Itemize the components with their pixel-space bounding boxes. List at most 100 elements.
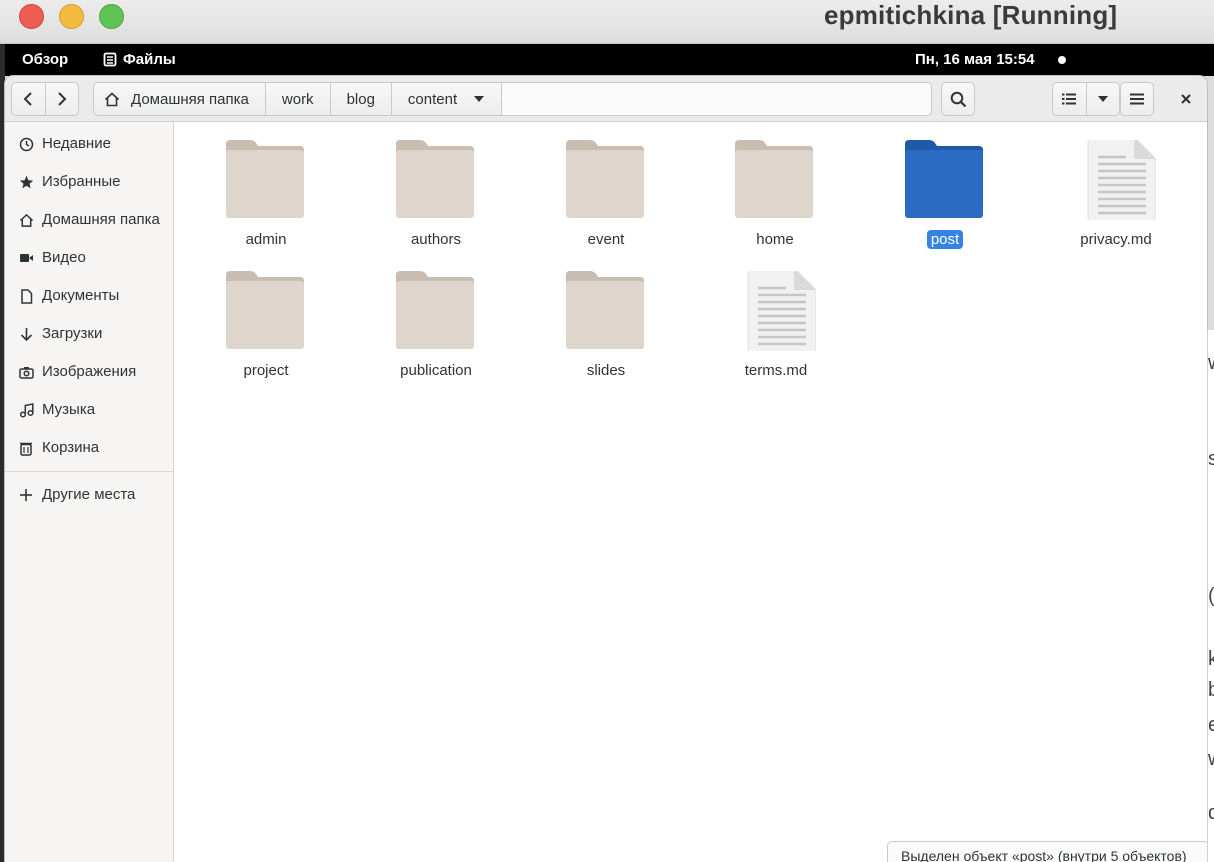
plus-icon bbox=[18, 487, 34, 503]
close-window-button[interactable] bbox=[19, 4, 44, 29]
vm-window-title: epmitichkina [Running] bbox=[824, 0, 1118, 30]
crumb-label: work bbox=[281, 90, 314, 108]
view-options-button[interactable] bbox=[1085, 83, 1119, 115]
sidebar: Недавние Избранные Домашняя папка Видео … bbox=[5, 122, 174, 862]
header-bar: Домашняя папка work blog content bbox=[5, 76, 1207, 122]
folder-item-project[interactable]: project bbox=[191, 253, 341, 379]
close-button[interactable] bbox=[1169, 82, 1203, 116]
crumb-label: content bbox=[407, 90, 458, 108]
text-file-icon bbox=[1076, 136, 1157, 223]
clock[interactable]: Пн, 16 мая 15:54 bbox=[915, 51, 1035, 68]
sidebar-item-label: Избранные bbox=[42, 173, 121, 190]
folder-item-slides[interactable]: slides bbox=[531, 253, 681, 379]
sidebar-separator bbox=[5, 471, 173, 472]
main-menu-button[interactable] bbox=[1120, 82, 1154, 116]
item-name: slides bbox=[531, 362, 681, 379]
chevron-left-icon bbox=[24, 92, 33, 106]
chevron-right-icon bbox=[58, 92, 67, 106]
folder-item-authors[interactable]: authors bbox=[361, 122, 511, 248]
folder-icon bbox=[226, 271, 306, 351]
background-window[interactable]: w s ( k b e w d bbox=[1207, 330, 1214, 862]
item-label: terms.md bbox=[744, 362, 808, 379]
folder-item-admin[interactable]: admin bbox=[191, 122, 341, 248]
background-window-text: s bbox=[1208, 448, 1214, 470]
sidebar-item-starred[interactable]: Избранные bbox=[5, 164, 173, 200]
crumb-blog[interactable]: blog bbox=[331, 83, 392, 115]
gnome-top-panel: Обзор Файлы Пн, 16 мая 15:54 bbox=[5, 44, 1214, 76]
item-name: privacy.md bbox=[1041, 231, 1191, 248]
item-label: slides bbox=[586, 362, 626, 379]
folder-item-event[interactable]: event bbox=[531, 122, 681, 248]
caret-down-icon bbox=[474, 96, 485, 102]
folder-icon bbox=[226, 140, 306, 220]
notification-dot-icon[interactable] bbox=[1058, 56, 1066, 64]
folder-item-post[interactable]: post bbox=[870, 122, 1020, 249]
forward-button[interactable] bbox=[44, 83, 78, 115]
sidebar-item-label: Загрузки bbox=[42, 325, 103, 342]
list-view-button[interactable] bbox=[1053, 83, 1086, 115]
sidebar-item-other-places[interactable]: Другие места bbox=[5, 477, 173, 513]
sidebar-item-label: Домашняя папка bbox=[42, 211, 160, 228]
item-name: home bbox=[700, 231, 850, 248]
sidebar-item-music[interactable]: Музыка bbox=[5, 392, 173, 428]
background-window-text: w bbox=[1208, 748, 1214, 771]
status-bar: Выделен объект «post» (внутри 5 объектов… bbox=[887, 841, 1207, 862]
search-icon bbox=[950, 91, 966, 107]
sidebar-item-label: Другие места bbox=[42, 486, 136, 503]
item-name: event bbox=[531, 231, 681, 248]
sidebar-item-pictures[interactable]: Изображения bbox=[5, 354, 173, 390]
minimize-window-button[interactable] bbox=[59, 4, 84, 29]
sidebar-item-home[interactable]: Домашняя папка bbox=[5, 202, 173, 238]
sidebar-item-label: Изображения bbox=[42, 363, 137, 380]
folder-item-home[interactable]: home bbox=[700, 122, 850, 248]
item-label: admin bbox=[245, 231, 287, 248]
folder-icon bbox=[566, 271, 646, 351]
item-label: event bbox=[587, 231, 625, 248]
crumb-label: blog bbox=[346, 90, 375, 108]
sidebar-item-documents[interactable]: Документы bbox=[5, 278, 173, 314]
activities-button[interactable]: Обзор bbox=[22, 51, 68, 68]
sidebar-item-label: Недавние bbox=[42, 135, 111, 152]
clock-icon bbox=[18, 136, 34, 152]
sidebar-item-label: Музыка bbox=[42, 401, 96, 418]
sidebar-item-trash[interactable]: Корзина bbox=[5, 430, 173, 466]
item-label: publication bbox=[400, 362, 472, 379]
back-button[interactable] bbox=[12, 83, 45, 115]
item-label: privacy.md bbox=[1080, 231, 1152, 248]
background-window-text: e bbox=[1208, 714, 1214, 736]
item-name: terms.md bbox=[701, 362, 851, 379]
file-item-terms-md[interactable]: terms.md bbox=[701, 253, 851, 379]
background-window-text: w bbox=[1208, 352, 1214, 375]
file-grid: admin authors event home post privacy.md… bbox=[174, 122, 1207, 862]
background-window-text: b bbox=[1208, 679, 1214, 701]
item-label: project bbox=[243, 362, 289, 379]
folder-icon bbox=[396, 140, 476, 220]
item-name: publication bbox=[361, 362, 511, 379]
app-menu-button[interactable]: Файлы bbox=[103, 51, 176, 68]
hamburger-menu-icon bbox=[1130, 93, 1144, 105]
crumb-home[interactable]: Домашняя папка bbox=[94, 83, 266, 115]
sidebar-item-downloads[interactable]: Загрузки bbox=[5, 316, 173, 352]
folder-item-publication[interactable]: publication bbox=[361, 253, 511, 379]
crumb-work[interactable]: work bbox=[266, 83, 331, 115]
folder-icon bbox=[566, 140, 646, 220]
item-label: post bbox=[926, 230, 964, 249]
background-window-text: d bbox=[1208, 802, 1214, 824]
background-window-text: ( bbox=[1208, 585, 1214, 608]
zoom-window-button[interactable] bbox=[99, 4, 124, 29]
path-bar: Домашняя папка work blog content bbox=[93, 82, 932, 116]
sidebar-item-recent[interactable]: Недавние bbox=[5, 126, 173, 162]
path-bar-empty-area bbox=[502, 83, 931, 115]
search-button[interactable] bbox=[941, 82, 975, 116]
item-label: home bbox=[756, 231, 794, 248]
video-icon bbox=[18, 250, 34, 266]
file-item-privacy-md[interactable]: privacy.md bbox=[1041, 122, 1191, 248]
folder-icon bbox=[905, 140, 985, 220]
sidebar-item-videos[interactable]: Видео bbox=[5, 240, 173, 276]
crumb-content[interactable]: content bbox=[392, 83, 503, 115]
files-window: Домашняя папка work blog content Недавни… bbox=[5, 76, 1207, 862]
home-icon bbox=[18, 212, 34, 228]
navigation-buttons bbox=[11, 82, 79, 116]
trash-icon bbox=[18, 440, 34, 456]
list-view-icon bbox=[1062, 93, 1077, 105]
